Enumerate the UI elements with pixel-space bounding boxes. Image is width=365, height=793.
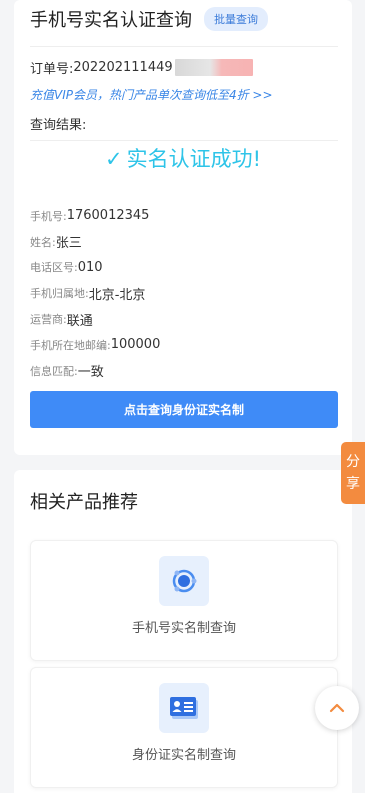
info-key: 姓名:: [30, 235, 56, 249]
info-value: 联通: [66, 313, 93, 329]
order-value: 202202111449: [73, 60, 173, 75]
batch-query-button[interactable]: 批量查询: [204, 7, 268, 31]
share-char: 享: [346, 476, 360, 492]
info-value: 张三: [55, 236, 82, 252]
info-row: 手机归属地: 北京-北京: [30, 280, 160, 306]
info-key: 手机归属地:: [30, 287, 89, 301]
info-key: 信息匹配:: [30, 364, 78, 378]
result-label: 查询结果:: [30, 118, 87, 133]
result-card: 手机号实名认证查询 批量查询 订单号: 202202111449 充值VIP会员…: [14, 0, 352, 455]
info-key: 手机号:: [30, 209, 67, 223]
product-card-phone[interactable]: 手机号实名制查询: [30, 540, 338, 661]
info-row: 信息匹配: 一致: [30, 358, 160, 384]
info-value: 100000: [110, 337, 161, 353]
info-value: 一致: [77, 365, 104, 381]
info-value: 1760012345: [66, 208, 150, 224]
success-text: 实名认证成功!: [126, 147, 262, 171]
section-title: 相关产品推荐: [30, 492, 138, 513]
page-title: 手机号实名认证查询: [30, 10, 192, 31]
info-value: 北京-北京: [88, 287, 146, 303]
product-card-id[interactable]: 身份证实名制查询: [30, 667, 338, 788]
recommend-card: 相关产品推荐 手机号实名制查询 身份证实名制查询: [14, 470, 352, 793]
order-mask: [174, 59, 253, 76]
divider: [30, 140, 338, 141]
checkmark-icon: ✓: [104, 147, 123, 171]
info-key: 手机所在地邮编:: [30, 338, 111, 352]
product-name: 手机号实名制查询: [131, 621, 236, 636]
info-row: 姓名: 张三: [30, 229, 160, 255]
back-to-top-button[interactable]: [315, 686, 359, 730]
success-message: ✓ 实名认证成功!: [14, 143, 352, 173]
product-name: 身份证实名制查询: [131, 748, 236, 763]
info-key: 电话区号:: [30, 261, 78, 275]
id-card-icon: [159, 683, 209, 733]
target-icon: [159, 556, 209, 606]
info-row: 运营商: 联通: [30, 306, 160, 332]
title-row: 手机号实名认证查询 批量查询: [30, 6, 268, 32]
info-value: 010: [77, 259, 103, 275]
share-char: 分: [346, 453, 360, 470]
info-key: 运营商:: [30, 313, 67, 327]
share-button[interactable]: 分 享: [341, 442, 365, 504]
info-row: 手机号: 1760012345: [30, 203, 160, 229]
info-list: 手机号: 1760012345 姓名: 张三 电话区号: 010 手机归属地: 北京-北…: [30, 203, 160, 384]
query-id-button[interactable]: 点击查询身份证实名制: [30, 391, 338, 428]
info-row: 手机所在地邮编: 100000: [30, 332, 160, 358]
order-number: 订单号: 202202111449: [30, 58, 253, 77]
info-row: 电话区号: 010: [30, 255, 160, 281]
order-label: 订单号:: [30, 62, 74, 77]
chevron-up-icon: [329, 703, 345, 713]
vip-promo-link[interactable]: 充值VIP会员，热门产品单次查询低至4折 >>: [30, 86, 273, 103]
divider: [30, 46, 338, 47]
